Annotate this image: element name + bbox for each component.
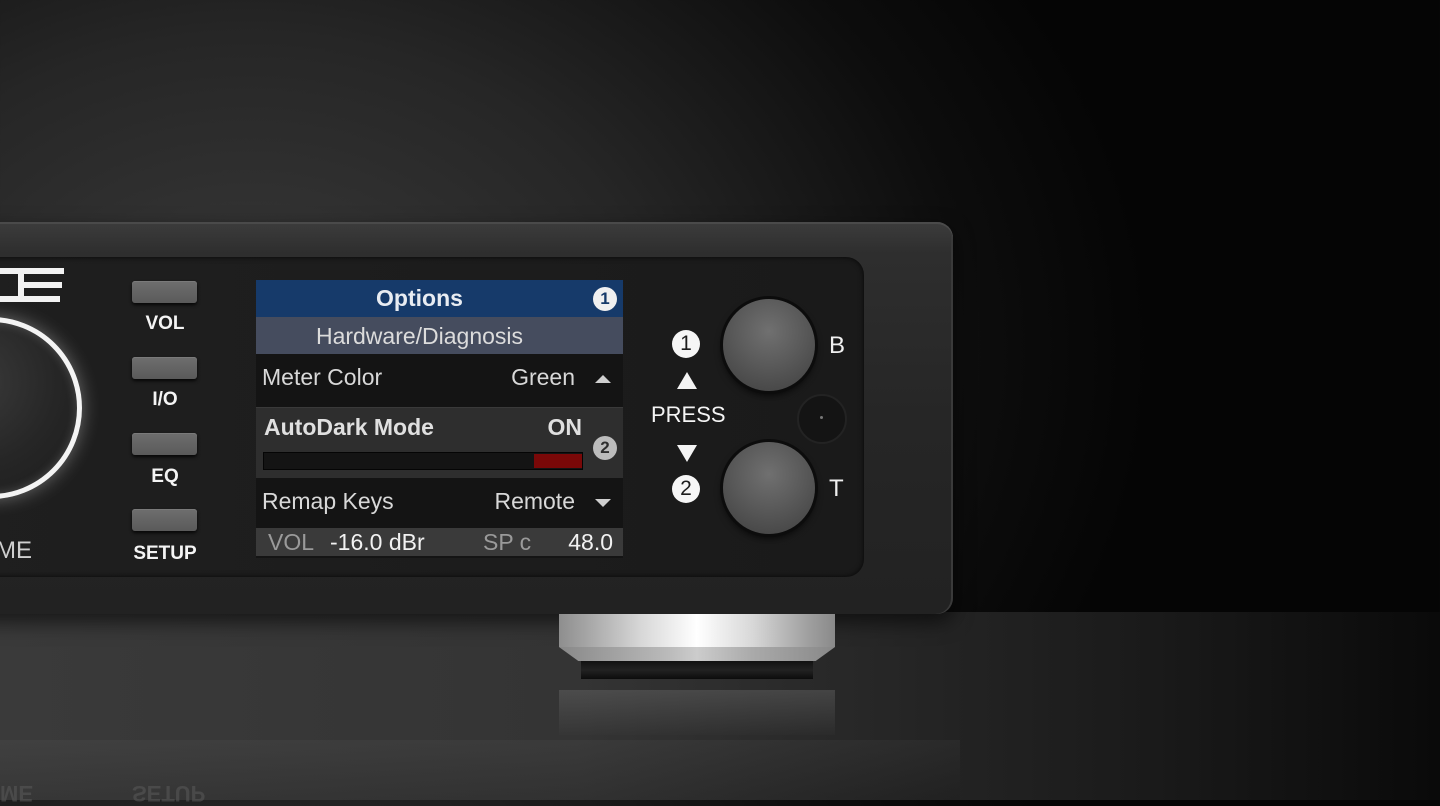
vol-button-label: VOL <box>145 313 185 334</box>
volume-knob-label: ME <box>0 537 32 564</box>
badge-one-icon: 1 <box>593 287 617 311</box>
eq-button[interactable] <box>132 433 197 455</box>
button-b[interactable] <box>723 299 815 391</box>
setup-button[interactable] <box>132 509 197 531</box>
number-two-icon: 2 <box>672 475 700 503</box>
badge-two-icon: 2 <box>593 436 617 460</box>
status-vol-value: -16.0 dBr <box>330 529 425 555</box>
button-t-label: T <box>829 475 844 502</box>
status-sp-label: SP c <box>483 529 532 555</box>
device-foot <box>559 614 835 647</box>
lcd-header: Options 1 <box>256 280 623 317</box>
autodark-label: AutoDark Mode <box>264 414 434 440</box>
io-button[interactable] <box>132 357 197 379</box>
reflection-text-right: SETUP <box>132 781 206 806</box>
status-bar: VOL -16.0 dBr SP c 48.0 <box>256 528 623 556</box>
autodark-level-bar <box>263 452 583 470</box>
status-sp-value: 48.0 <box>568 529 613 555</box>
remap-keys-label: Remap Keys <box>262 488 394 514</box>
menu-title: Options <box>376 285 463 311</box>
remap-keys-value: Remote <box>494 488 575 514</box>
eq-button-label: EQ <box>151 466 179 487</box>
number-one-icon: 1 <box>672 330 700 358</box>
device-foot-bevel <box>559 647 835 661</box>
autodark-level-fill <box>534 454 582 468</box>
button-b-label: B <box>829 332 846 359</box>
lcd-subheader: Hardware/Diagnosis <box>256 317 623 354</box>
status-vol-label: VOL <box>268 529 315 555</box>
arrow-up-icon <box>595 375 611 383</box>
brand-logo <box>0 268 64 302</box>
lcd-display: Options 1 Hardware/Diagnosis Meter Color… <box>256 280 623 558</box>
arrow-down-icon <box>595 499 611 507</box>
submenu-title: Hardware/Diagnosis <box>315 323 524 349</box>
press-down-arrow-icon <box>677 445 697 462</box>
device-foot-base <box>581 661 813 679</box>
io-button-label: I/O <box>152 389 178 410</box>
vol-button[interactable] <box>132 281 197 303</box>
meter-color-label: Meter Color <box>262 364 383 390</box>
press-label: PRESS <box>651 402 726 427</box>
reflection-text-left: ME <box>0 781 33 806</box>
foot-reflection <box>559 690 835 735</box>
ir-sensor <box>797 394 847 444</box>
autodark-value: ON <box>547 414 583 440</box>
press-up-arrow-icon <box>677 372 697 389</box>
menu-item-meter-color[interactable]: Meter Color Green <box>256 358 623 396</box>
meter-color-value: Green <box>511 364 575 390</box>
setup-button-label: SETUP <box>133 543 197 564</box>
menu-item-remap-keys[interactable]: Remap Keys Remote <box>256 482 623 520</box>
button-t[interactable] <box>723 442 815 534</box>
menu-item-autodark-mode[interactable]: AutoDark Mode ON 2 <box>256 407 623 478</box>
